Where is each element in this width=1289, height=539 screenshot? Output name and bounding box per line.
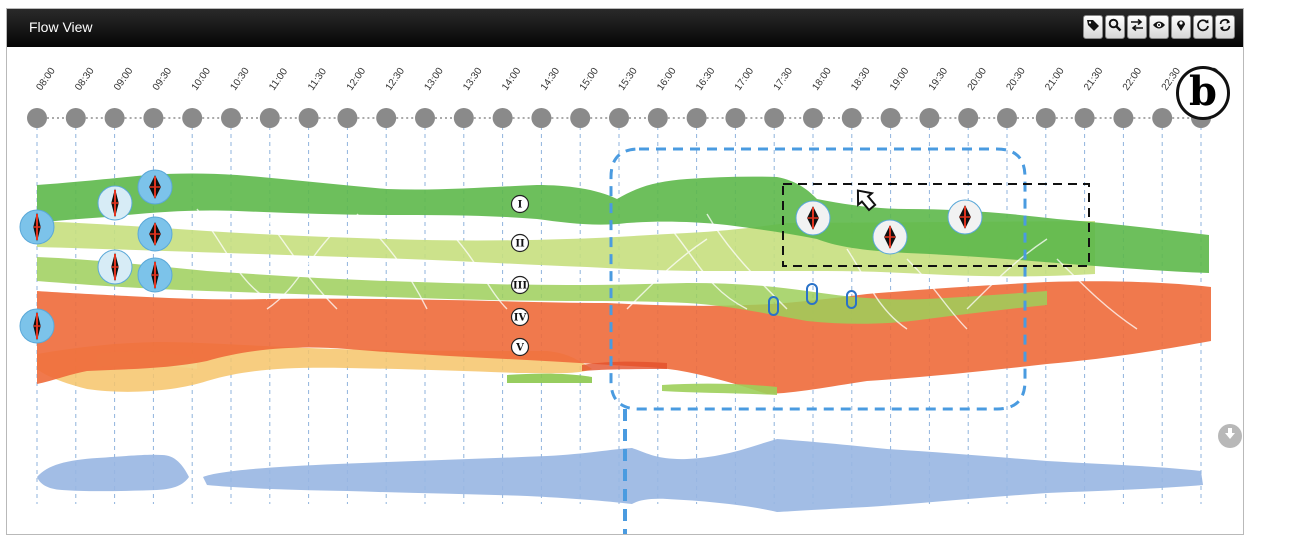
time-label: 13:00 [422,66,446,93]
flow-visualization[interactable]: 08:00 08:30 09:00 09:30 10:00 10:30 11:00 11:30… [7,9,1243,534]
time-nodes [27,108,1211,128]
time-node[interactable] [298,108,319,128]
time-label: 14:00 [500,66,524,93]
time-label: 21:30 [1082,66,1106,93]
time-node[interactable] [143,108,164,128]
time-label: 11:30 [306,66,329,93]
time-label: 15:00 [578,66,602,93]
time-node[interactable] [725,108,746,128]
cluster-label: V [510,337,530,357]
time-label: 08:00 [34,66,58,93]
time-node[interactable] [1074,108,1095,128]
time-label: 18:30 [849,66,873,93]
time-node[interactable] [764,108,785,128]
time-node[interactable] [453,108,474,128]
svg-text:III: III [513,281,527,292]
time-node[interactable] [337,108,358,128]
time-node[interactable] [1113,108,1134,128]
glyph-marker[interactable] [19,209,55,245]
glyph-marker[interactable] [137,169,173,205]
svg-text:I: I [518,200,523,211]
glyph-marker[interactable] [137,216,173,252]
time-node[interactable] [259,108,280,128]
time-label: 22:00 [1121,66,1145,93]
time-label: 10:30 [228,66,252,93]
time-node[interactable] [841,108,862,128]
time-label: 11:00 [267,66,290,93]
glyph-marker[interactable] [97,249,133,285]
time-node[interactable] [609,108,629,128]
time-node[interactable] [182,108,203,128]
time-node[interactable] [1035,108,1056,128]
time-node[interactable] [958,108,979,128]
time-label: 08:30 [73,66,97,93]
glyph-marker[interactable] [872,219,908,255]
volume-stream [37,439,1203,512]
time-node[interactable] [803,108,823,128]
flow-view-panel: Flow View 08:00 08:30 09:00 09:30 10:00 … [6,8,1244,535]
time-node[interactable] [997,108,1017,128]
glyph-marker[interactable] [137,257,173,293]
glyph-marker[interactable] [19,308,55,344]
time-label: 13:30 [461,66,485,93]
svg-text:V: V [515,343,524,354]
time-node[interactable] [492,108,513,128]
time-label: 14:30 [539,66,563,93]
time-node[interactable] [570,108,591,128]
time-label: 19:00 [888,66,912,93]
time-label: 16:30 [694,66,718,93]
time-label: 09:30 [151,66,175,93]
glyph-marker[interactable] [795,200,831,236]
time-node[interactable] [531,108,552,128]
cluster-iii-stream [507,373,592,383]
time-label: 15:30 [616,66,640,93]
volume-area [203,439,1203,512]
time-node[interactable] [415,108,435,128]
cluster-label: II [510,233,530,253]
time-node[interactable] [919,108,940,128]
cluster-label: I [510,194,530,214]
time-node[interactable] [880,108,901,128]
svg-text:II: II [515,239,525,250]
svg-text:IV: IV [514,313,527,324]
time-label: 17:00 [733,66,757,93]
time-label: 19:30 [927,66,951,93]
time-node[interactable] [647,108,668,128]
time-node[interactable] [1152,108,1173,128]
time-node[interactable] [27,108,47,128]
time-label: 10:00 [190,66,214,93]
time-label: 17:30 [772,66,796,93]
time-label: 20:00 [966,66,990,93]
time-node[interactable] [65,108,86,128]
time-label: 20:30 [1004,66,1028,93]
time-label: 21:00 [1043,66,1067,93]
time-label: 09:00 [112,66,136,93]
time-node[interactable] [376,108,397,128]
arrow-down-icon [1223,427,1237,446]
cluster-label: III [510,275,530,295]
panel-label: b [1176,66,1230,120]
volume-area [37,454,189,492]
time-label: 16:00 [655,66,679,93]
time-node[interactable] [104,108,125,128]
scroll-down-button[interactable] [1218,424,1242,448]
glyph-marker[interactable] [947,199,983,235]
time-node[interactable] [221,108,241,128]
time-axis-labels: 08:00 08:30 09:00 09:30 10:00 10:30 11:00 11:30… [34,66,1222,93]
cluster-label: IV [510,307,530,327]
time-label: 18:00 [810,66,834,93]
time-label: 12:00 [345,66,369,93]
glyph-marker[interactable] [97,185,133,221]
cluster-streams [37,173,1211,395]
time-node[interactable] [686,108,707,128]
time-label: 12:30 [384,66,408,93]
